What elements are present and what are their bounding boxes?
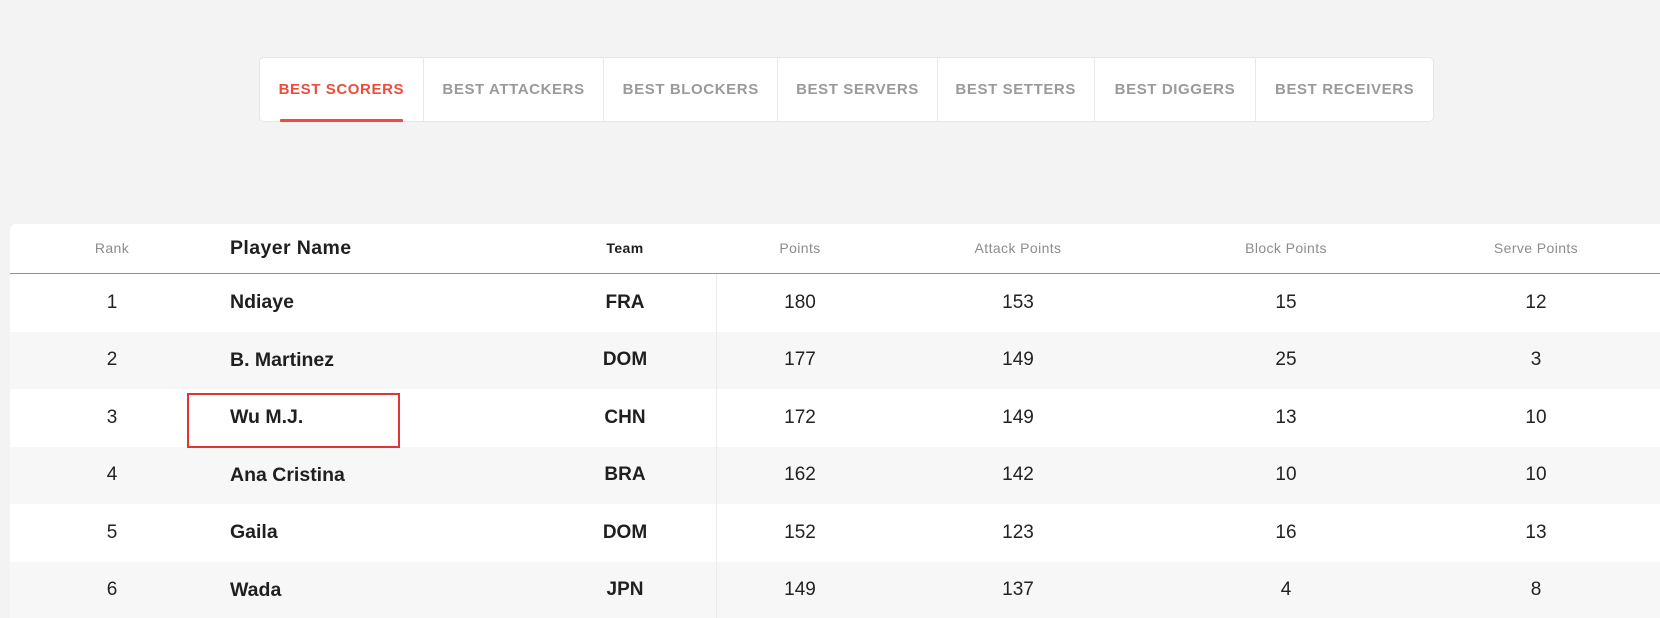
column-header-points: Points <box>779 240 821 256</box>
column-header-attack-points: Attack Points <box>974 240 1062 256</box>
serve-points-cell: 10 <box>1525 464 1547 486</box>
attack-points-cell: 149 <box>1002 349 1034 371</box>
team-cell: CHN <box>604 406 646 428</box>
serve-points-cell: 3 <box>1530 349 1542 371</box>
tab-best-servers[interactable]: BEST SERVERS <box>778 58 938 121</box>
player-name-link[interactable]: Ndiaye <box>230 274 530 332</box>
serve-points-cell: 13 <box>1525 521 1547 543</box>
block-points-cell: 4 <box>1280 579 1292 601</box>
table-row: 4 Ana Cristina BRA 162 142 10 10 <box>10 446 1660 505</box>
table-row: 5 Gaila DOM 152 123 16 13 <box>10 504 1660 562</box>
points-cell: 177 <box>784 349 816 371</box>
table-header-row: Rank Player Name Team Points Attack Poin… <box>10 224 1660 274</box>
team-cell: JPN <box>606 579 644 601</box>
rank-cell: 4 <box>106 464 118 486</box>
points-cell: 149 <box>784 579 816 601</box>
tab-best-scorers[interactable]: BEST SCORERS <box>260 58 424 122</box>
team-cell: DOM <box>602 349 648 371</box>
stats-category-tabs: BEST SCORERS BEST ATTACKERS BEST BLOCKER… <box>259 57 1434 122</box>
column-header-player-name: Player Name <box>230 237 352 259</box>
rank-cell: 5 <box>106 521 118 543</box>
column-header-block-points: Block Points <box>1245 240 1327 256</box>
points-cell: 180 <box>784 291 816 313</box>
column-header-serve-points: Serve Points <box>1493 240 1579 256</box>
rank-cell: 3 <box>106 406 118 428</box>
points-cell: 152 <box>784 521 816 543</box>
player-name-link[interactable]: Gaila <box>230 504 530 562</box>
attack-points-cell: 149 <box>1002 406 1034 428</box>
serve-points-cell: 10 <box>1525 406 1547 428</box>
team-cell: FRA <box>605 291 645 313</box>
highlighted-cell-outline <box>187 393 400 448</box>
table-row: 6 Wada JPN 149 137 4 8 <box>10 561 1660 618</box>
points-cell: 172 <box>784 406 816 428</box>
tab-best-setters[interactable]: BEST SETTERS <box>938 58 1095 121</box>
block-points-cell: 10 <box>1275 464 1297 486</box>
team-cell: BRA <box>604 464 646 486</box>
attack-points-cell: 123 <box>1002 521 1034 543</box>
table-row: 1 Ndiaye FRA 180 153 15 12 <box>10 274 1660 332</box>
rank-cell: 1 <box>106 291 118 313</box>
points-cell: 162 <box>784 464 816 486</box>
tab-best-blockers[interactable]: BEST BLOCKERS <box>604 58 779 121</box>
serve-points-cell: 8 <box>1530 579 1542 601</box>
table-row: 2 B. Martinez DOM 177 149 25 3 <box>10 331 1660 390</box>
player-name-link[interactable]: Wada <box>230 562 530 618</box>
tab-best-diggers[interactable]: BEST DIGGERS <box>1095 58 1257 121</box>
team-cell: DOM <box>602 521 648 543</box>
attack-points-cell: 153 <box>1002 291 1034 313</box>
column-divider <box>716 274 717 618</box>
rank-cell: 2 <box>106 349 118 371</box>
block-points-cell: 16 <box>1275 521 1297 543</box>
attack-points-cell: 142 <box>1002 464 1034 486</box>
rank-cell: 6 <box>106 579 118 601</box>
block-points-cell: 25 <box>1275 349 1297 371</box>
attack-points-cell: 137 <box>1002 579 1034 601</box>
column-header-rank: Rank <box>94 240 130 256</box>
tab-best-receivers[interactable]: BEST RECEIVERS <box>1256 58 1433 121</box>
player-name-link[interactable]: Ana Cristina <box>230 447 530 505</box>
serve-points-cell: 12 <box>1525 291 1547 313</box>
player-name-link[interactable]: B. Martinez <box>230 332 530 390</box>
column-header-team: Team <box>606 240 644 256</box>
tab-best-attackers[interactable]: BEST ATTACKERS <box>424 58 605 121</box>
block-points-cell: 13 <box>1275 406 1297 428</box>
block-points-cell: 15 <box>1275 291 1297 313</box>
